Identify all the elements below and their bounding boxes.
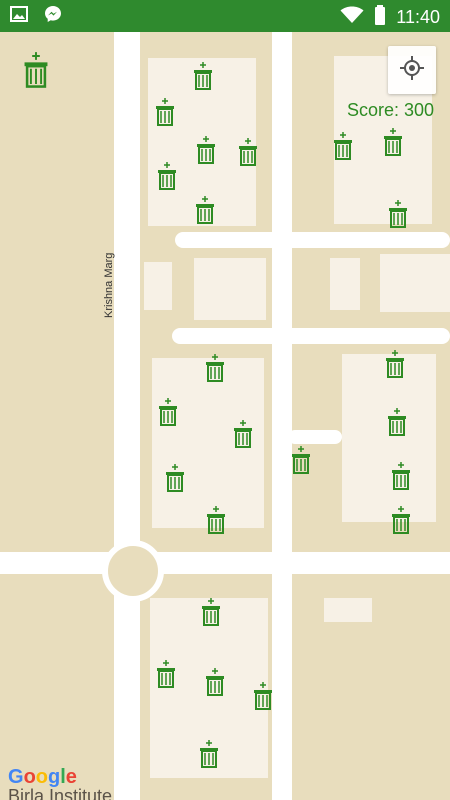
bottom-map-label: Birla Institute — [8, 786, 113, 800]
dustbin-icon[interactable] — [156, 162, 178, 190]
dustbin-icon[interactable] — [390, 462, 412, 490]
dustbin-icon[interactable] — [232, 420, 254, 448]
road-vertical-main — [114, 32, 140, 800]
building-block — [144, 262, 172, 310]
road-vertical-east — [272, 32, 292, 800]
building-block — [194, 258, 266, 320]
status-time: 11:40 — [396, 7, 440, 27]
dustbin-icon[interactable] — [192, 62, 214, 90]
road-horizontal-2 — [172, 328, 450, 344]
road-horizontal-3 — [0, 552, 450, 574]
dustbin-icon[interactable] — [195, 136, 217, 164]
dustbin-icon[interactable] — [290, 446, 312, 474]
dustbin-icon[interactable] — [200, 598, 222, 626]
dustbin-icon[interactable] — [204, 354, 226, 382]
building-block — [380, 254, 450, 312]
status-bar: 11:40 — [0, 0, 450, 32]
dustbin-icon[interactable] — [154, 98, 176, 126]
building-block — [330, 258, 360, 310]
dustbin-icon[interactable] — [332, 132, 354, 160]
score-display: Score: 300 — [346, 100, 434, 120]
dustbin-icon[interactable] — [22, 52, 50, 88]
dustbin-icon[interactable] — [198, 740, 220, 768]
dustbin-icon[interactable] — [205, 506, 227, 534]
dustbin-icon[interactable] — [204, 668, 226, 696]
dustbin-icon[interactable] — [164, 464, 186, 492]
dustbin-icon[interactable] — [194, 196, 216, 224]
dustbin-icon[interactable] — [384, 350, 406, 378]
my-location-button[interactable] — [388, 46, 436, 94]
dustbin-icon[interactable] — [390, 506, 412, 534]
my-location-icon — [399, 55, 425, 86]
battery-icon — [374, 5, 386, 30]
road-small-spur — [288, 430, 342, 444]
dustbin-icon[interactable] — [382, 128, 404, 156]
dustbin-icon[interactable] — [157, 398, 179, 426]
image-icon — [10, 5, 28, 28]
dustbin-icon[interactable] — [155, 660, 177, 688]
street-label: Krishna Marg — [103, 252, 115, 318]
roundabout — [102, 540, 164, 602]
road-horizontal-1 — [175, 232, 450, 248]
building-block — [342, 354, 436, 522]
dustbin-icon[interactable] — [237, 138, 259, 166]
map-view[interactable]: Score: 300 Krishna Marg Google Birla Ins… — [0, 32, 450, 800]
dustbin-icon[interactable] — [387, 200, 409, 228]
messenger-icon — [44, 5, 62, 28]
dustbin-icon[interactable] — [386, 408, 408, 436]
dustbin-icon[interactable] — [252, 682, 274, 710]
wifi-icon — [340, 6, 364, 29]
building-block — [324, 598, 372, 622]
